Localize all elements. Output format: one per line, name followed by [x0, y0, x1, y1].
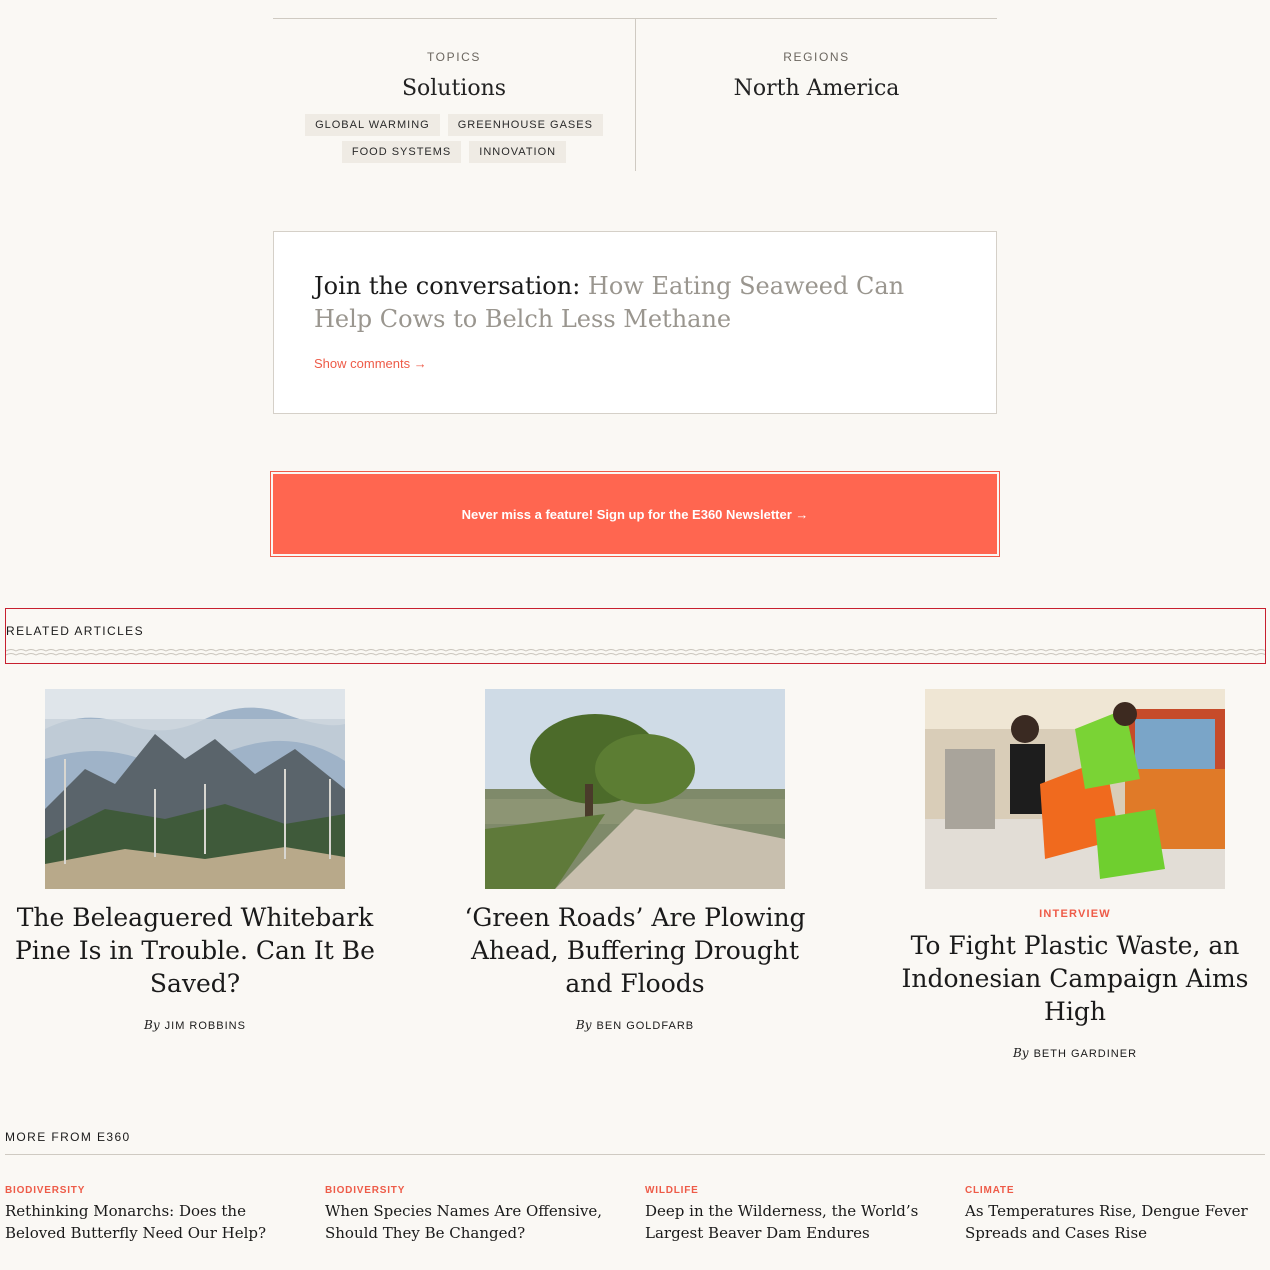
wavy-divider: [6, 649, 1265, 656]
conversation-prefix: Join the conversation:: [314, 272, 588, 300]
more-from-heading: MORE FROM E360: [5, 1130, 131, 1144]
article-title[interactable]: To Fight Plastic Waste, an Indonesian Ca…: [885, 929, 1265, 1028]
article-image-supermarket-bags[interactable]: [925, 689, 1225, 889]
byline-prefix: By: [575, 1018, 592, 1032]
topic-tags: GLOBAL WARMING GREENHOUSE GASES FOOD SYS…: [304, 114, 604, 163]
more-item[interactable]: BIODIVERSITY Rethinking Monarchs: Does t…: [5, 1185, 305, 1244]
more-item-category[interactable]: CLIMATE: [965, 1185, 1265, 1196]
author-name[interactable]: BETH GARDINER: [1034, 1048, 1137, 1060]
conversation-heading: Join the conversation: How Eating Seawee…: [314, 270, 964, 336]
tag-global-warming[interactable]: GLOBAL WARMING: [305, 114, 440, 136]
taxonomy-block: TOPICS Solutions GLOBAL WARMING GREENHOU…: [273, 18, 997, 171]
more-item[interactable]: CLIMATE As Temperatures Rise, Dengue Fev…: [965, 1185, 1265, 1244]
more-item[interactable]: WILDLIFE Deep in the Wilderness, the Wor…: [645, 1185, 945, 1244]
topics-label: TOPICS: [426, 50, 482, 64]
regions-label: REGIONS: [783, 50, 850, 64]
article-byline: By BEN GOLDFARB: [445, 1018, 825, 1032]
more-item-category[interactable]: BIODIVERSITY: [5, 1185, 305, 1196]
related-article-card[interactable]: ‘Green Roads’ Are Plowing Ahead, Bufferi…: [445, 689, 825, 1032]
more-item-title[interactable]: Rethinking Monarchs: Does the Beloved Bu…: [5, 1200, 305, 1244]
related-articles-header: RELATED ARTICLES: [5, 608, 1266, 664]
more-item-title[interactable]: As Temperatures Rise, Dengue Fever Sprea…: [965, 1200, 1265, 1244]
conversation-box: Join the conversation: How Eating Seawee…: [273, 231, 997, 414]
topic-solutions-link[interactable]: Solutions: [273, 76, 635, 101]
tag-innovation[interactable]: INNOVATION: [469, 141, 567, 163]
byline-prefix: By: [144, 1018, 160, 1032]
regions-column: REGIONS North America: [636, 19, 997, 171]
show-comments-link[interactable]: Show comments →: [314, 356, 427, 371]
more-item-category[interactable]: BIODIVERSITY: [325, 1185, 625, 1196]
article-kicker[interactable]: INTERVIEW: [885, 908, 1265, 920]
related-article-card[interactable]: The Beleaguered Whitebark Pine Is in Tro…: [5, 689, 385, 1032]
topics-column: TOPICS Solutions GLOBAL WARMING GREENHOU…: [273, 19, 636, 171]
article-title[interactable]: The Beleaguered Whitebark Pine Is in Tro…: [5, 901, 385, 1000]
article-byline: By JIM ROBBINS: [5, 1018, 385, 1032]
more-from-header: MORE FROM E360: [5, 1128, 1265, 1155]
tag-greenhouse-gases[interactable]: GREENHOUSE GASES: [447, 114, 603, 136]
tag-food-systems[interactable]: FOOD SYSTEMS: [341, 141, 462, 163]
article-image-green-road[interactable]: [485, 689, 785, 889]
region-north-america-link[interactable]: North America: [636, 76, 997, 101]
newsletter-banner: Never miss a feature! Sign up for the E3…: [270, 471, 1000, 557]
article-title[interactable]: ‘Green Roads’ Are Plowing Ahead, Bufferi…: [445, 901, 825, 1000]
more-item-category[interactable]: WILDLIFE: [645, 1185, 945, 1196]
related-article-card[interactable]: INTERVIEW To Fight Plastic Waste, an Ind…: [885, 689, 1265, 1060]
more-item-title[interactable]: Deep in the Wilderness, the World’s Larg…: [645, 1200, 945, 1244]
more-item-title[interactable]: When Species Names Are Offensive, Should…: [325, 1200, 625, 1244]
author-name[interactable]: JIM ROBBINS: [165, 1020, 246, 1032]
newsletter-signup-button[interactable]: Never miss a feature! Sign up for the E3…: [273, 474, 997, 554]
more-item[interactable]: BIODIVERSITY When Species Names Are Offe…: [325, 1185, 625, 1244]
article-image-mountain-pines[interactable]: [45, 689, 345, 889]
article-byline: By BETH GARDINER: [885, 1046, 1265, 1060]
byline-prefix: By: [1012, 1046, 1029, 1060]
author-name[interactable]: BEN GOLDFARB: [597, 1020, 695, 1032]
related-articles-heading: RELATED ARTICLES: [6, 624, 144, 638]
